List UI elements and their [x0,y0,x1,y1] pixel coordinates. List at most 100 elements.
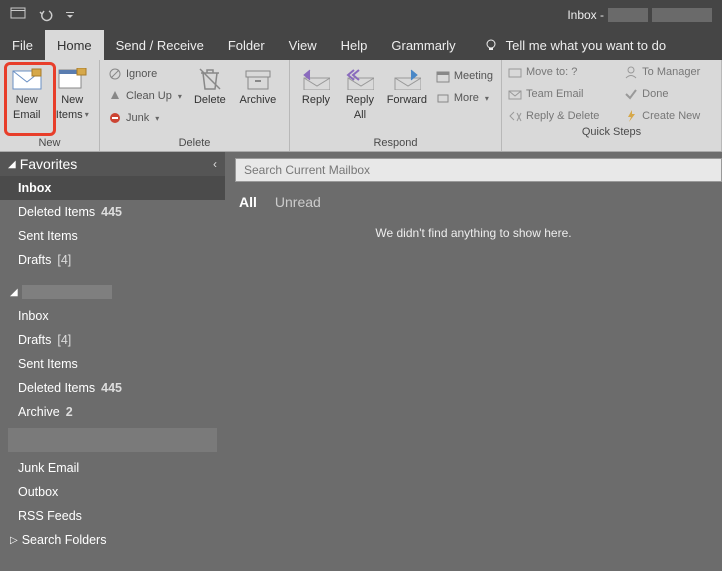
meeting-button[interactable]: Meeting [434,66,495,86]
junk-icon [108,111,122,125]
qs-create-new[interactable]: Create New [624,106,715,126]
qs-done[interactable]: Done [624,84,715,104]
quick-access-toolbar [0,5,76,25]
new-items-l1: New [61,94,83,107]
envelope-icon [11,66,43,92]
clean-up-button[interactable]: Clean Up▾ [106,86,184,106]
app-icon[interactable] [8,5,28,25]
title-bar: Inbox - [0,0,722,30]
tab-help[interactable]: Help [329,30,380,60]
chevron-down-icon: ◢ [8,159,16,170]
tab-grammarly[interactable]: Grammarly [379,30,467,60]
ignore-icon [108,67,122,81]
nav-account-header[interactable]: ◢ [0,280,225,304]
chevron-down-icon: ▾ [178,92,182,101]
qat-customize[interactable] [64,5,76,25]
filter-all[interactable]: All [239,194,257,210]
chevron-down-icon: ◢ [10,287,18,298]
search-placeholder: Search Current Mailbox [244,163,370,177]
more-respond-button[interactable]: More▾ [434,88,495,108]
junk-button[interactable]: Junk▾ [106,108,184,128]
title-account-redacted2 [652,8,712,22]
nav-rss[interactable]: RSS Feeds [0,504,225,528]
search-input[interactable]: Search Current Mailbox [235,158,722,182]
nav-fav-deleted[interactable]: Deleted Items445 [0,200,225,224]
more-icon [436,91,450,105]
ignore-button[interactable]: Ignore [106,64,184,84]
chevron-right-icon: ▷ [10,535,18,546]
manager-icon [624,65,638,79]
nav-deleted[interactable]: Deleted Items445 [0,376,225,400]
nav-archive[interactable]: Archive2 [0,400,225,424]
new-items-icon [56,66,88,92]
tab-folder[interactable]: Folder [216,30,277,60]
title-prefix: Inbox - [567,8,604,22]
group-quick-steps: Move to: ? To Manager Team Email Done Re… [502,60,722,151]
reply-all-button[interactable]: Reply All [340,64,380,130]
reply-delete-icon [508,109,522,123]
new-email-button[interactable]: New Email [6,64,48,130]
ribbon: New Email New Items▾ New Ignore [0,60,722,152]
reply-all-icon [344,66,376,92]
ribbon-tabs: File Home Send / Receive Folder View Hel… [0,30,722,60]
nav-redacted [8,428,217,452]
tab-file[interactable]: File [0,30,45,60]
group-delete: Ignore Clean Up▾ Junk▾ Delete [100,60,290,151]
new-items-button[interactable]: New Items▾ [52,64,94,130]
qs-to-manager[interactable]: To Manager [624,62,715,82]
account-name-redacted [22,285,112,299]
archive-icon [242,66,274,92]
nav-outbox[interactable]: Outbox [0,480,225,504]
nav-junk[interactable]: Junk Email [0,456,225,480]
filter-unread[interactable]: Unread [275,194,321,210]
nav-drafts[interactable]: Drafts[4] [0,328,225,352]
lightning-icon [624,109,638,123]
qs-team-email[interactable]: Team Email [508,84,614,104]
reply-icon [300,66,332,92]
chevron-down-icon: ▾ [85,110,89,119]
delete-icon [194,66,226,92]
check-icon [624,87,638,101]
new-items-l2: Items [56,109,83,122]
nav-sent[interactable]: Sent Items [0,352,225,376]
nav-fav-sent[interactable]: Sent Items [0,224,225,248]
team-icon [508,87,522,101]
nav-inbox[interactable]: Inbox [0,304,225,328]
group-new-label: New [0,137,99,151]
nav-pane: ◢ Favorites ‹ Inbox Deleted Items445 Sen… [0,152,225,571]
forward-button[interactable]: Forward [384,64,430,130]
empty-message: We didn't find anything to show here. [225,226,722,240]
new-email-l2: Email [13,109,41,122]
collapse-nav-icon[interactable]: ‹ [213,157,217,171]
nav-search-folders[interactable]: ▷Search Folders [0,528,225,552]
filter-tabs: All Unread [225,188,722,216]
delete-button[interactable]: Delete [188,64,232,130]
group-new: New Email New Items▾ New [0,60,100,151]
main-area: ◢ Favorites ‹ Inbox Deleted Items445 Sen… [0,152,722,571]
tab-view[interactable]: View [277,30,329,60]
group-quick-steps-label: Quick Steps [502,126,721,140]
new-email-l1: New [16,94,38,107]
meeting-icon [436,69,450,83]
content-pane: Search Current Mailbox All Unread We did… [225,152,722,571]
qs-reply-delete[interactable]: Reply & Delete [508,106,614,126]
title-account-redacted [608,8,648,22]
tab-send-receive[interactable]: Send / Receive [104,30,216,60]
tab-home[interactable]: Home [45,30,104,60]
group-respond: Reply Reply All Forward Meeting More▾ [290,60,502,151]
archive-button[interactable]: Archive [236,64,280,130]
reply-button[interactable]: Reply [296,64,336,130]
group-respond-label: Respond [290,137,501,151]
nav-fav-drafts[interactable]: Drafts[4] [0,248,225,272]
forward-icon [391,66,423,92]
tell-me-label: Tell me what you want to do [506,38,666,53]
nav-fav-inbox[interactable]: Inbox [0,176,225,200]
folder-icon [508,65,522,79]
qs-move-to[interactable]: Move to: ? [508,62,614,82]
tell-me-search[interactable]: Tell me what you want to do [476,30,674,60]
cleanup-icon [108,89,122,103]
chevron-down-icon: ▾ [485,94,489,103]
window-title: Inbox - [567,8,712,22]
favorites-header[interactable]: ◢ Favorites ‹ [0,152,225,176]
undo-button[interactable] [36,5,56,25]
